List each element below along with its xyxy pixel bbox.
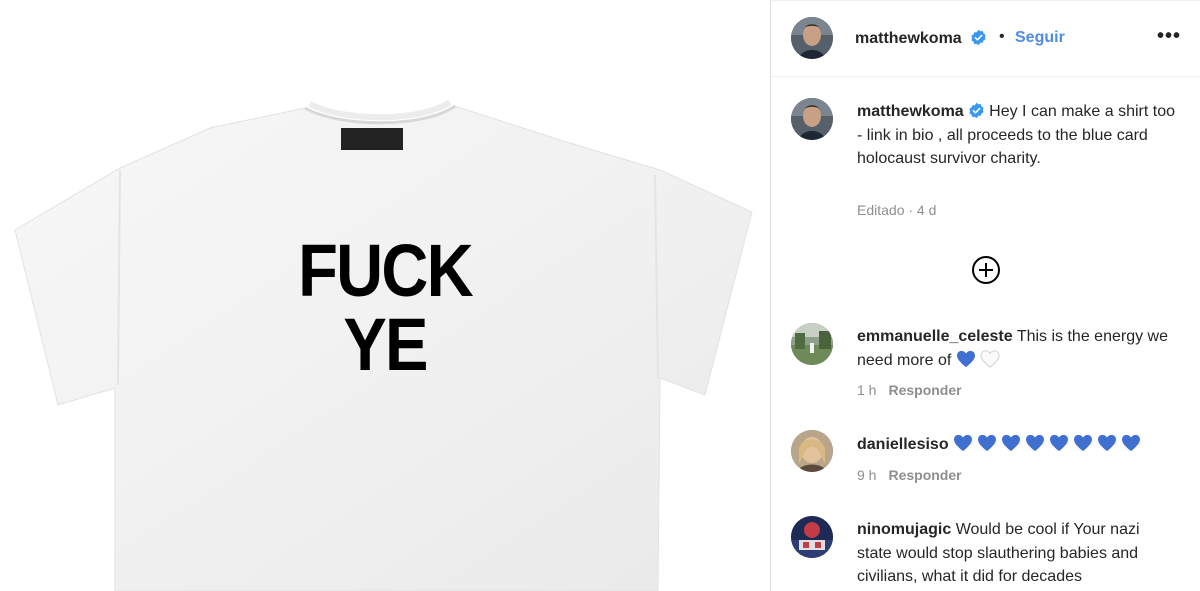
verified-badge-icon <box>971 29 986 46</box>
comment-hearts <box>956 349 1004 369</box>
blue-heart-icon <box>1098 434 1117 452</box>
comment-username[interactable]: daniellesiso <box>857 436 949 453</box>
author-avatar[interactable] <box>791 17 833 59</box>
more-options-icon[interactable]: ••• <box>1157 25 1181 48</box>
comment-meta: 9 h Responder <box>857 467 962 483</box>
verified-badge-icon <box>969 102 984 119</box>
separator-dot: • <box>999 28 1005 45</box>
plus-circle-icon <box>972 256 1000 284</box>
load-more-comments-button[interactable] <box>971 255 1001 285</box>
comment-body: daniellesiso <box>857 433 1177 457</box>
post-header: matthewkoma • Seguir ••• <box>771 1 1200 77</box>
author-username[interactable]: matthewkoma <box>855 30 962 47</box>
blue-heart-icon <box>956 350 975 367</box>
comment-username[interactable]: emmanuelle_celeste <box>857 328 1013 345</box>
reply-button[interactable]: Responder <box>888 467 961 483</box>
person-avatar-icon <box>791 430 833 472</box>
person-avatar-icon <box>791 17 833 59</box>
comment-hearts <box>953 434 1145 453</box>
blue-heart-icon <box>978 434 997 452</box>
landscape-avatar-icon <box>791 323 833 365</box>
blue-heart-icon <box>1074 434 1093 452</box>
caption-author-avatar[interactable] <box>791 98 833 140</box>
blue-heart-icon <box>1026 434 1045 452</box>
author-name-row[interactable]: matthewkoma <box>855 29 987 48</box>
blue-heart-icon <box>1122 434 1141 452</box>
white-heart-icon <box>980 349 1000 368</box>
shirt-print-text: FUCK YE <box>298 229 474 386</box>
reply-button[interactable]: Responder <box>888 382 961 398</box>
blue-heart-icon <box>1002 434 1021 452</box>
caption-username[interactable]: matthewkoma <box>857 103 964 120</box>
comment-username[interactable]: ninomujagic <box>857 521 951 538</box>
comment-time: 1 h <box>857 382 877 398</box>
post-media[interactable]: FUCK YE <box>0 0 770 591</box>
blue-heart-icon <box>954 434 973 452</box>
follow-button[interactable]: Seguir <box>1015 29 1065 47</box>
comment-body: emmanuelle_celeste This is the energy we… <box>857 325 1177 372</box>
comment-meta: 1 h Responder <box>857 382 962 398</box>
comment-body: ninomujagic Would be cool if Your nazi s… <box>857 518 1177 589</box>
post-side-panel: matthewkoma • Seguir ••• matthewkoma Hey… <box>770 0 1200 591</box>
blue-heart-icon <box>1050 434 1069 452</box>
commenter-avatar[interactable] <box>791 323 833 365</box>
comment-time: 9 h <box>857 467 877 483</box>
post-caption: matthewkoma Hey I can make a shirt too -… <box>857 100 1177 171</box>
commenter-avatar[interactable] <box>791 516 833 558</box>
caption-meta: Editado · 4 d <box>857 202 937 218</box>
commenter-avatar[interactable] <box>791 430 833 472</box>
flag-avatar-icon <box>791 516 833 558</box>
person-avatar-icon <box>791 98 833 140</box>
